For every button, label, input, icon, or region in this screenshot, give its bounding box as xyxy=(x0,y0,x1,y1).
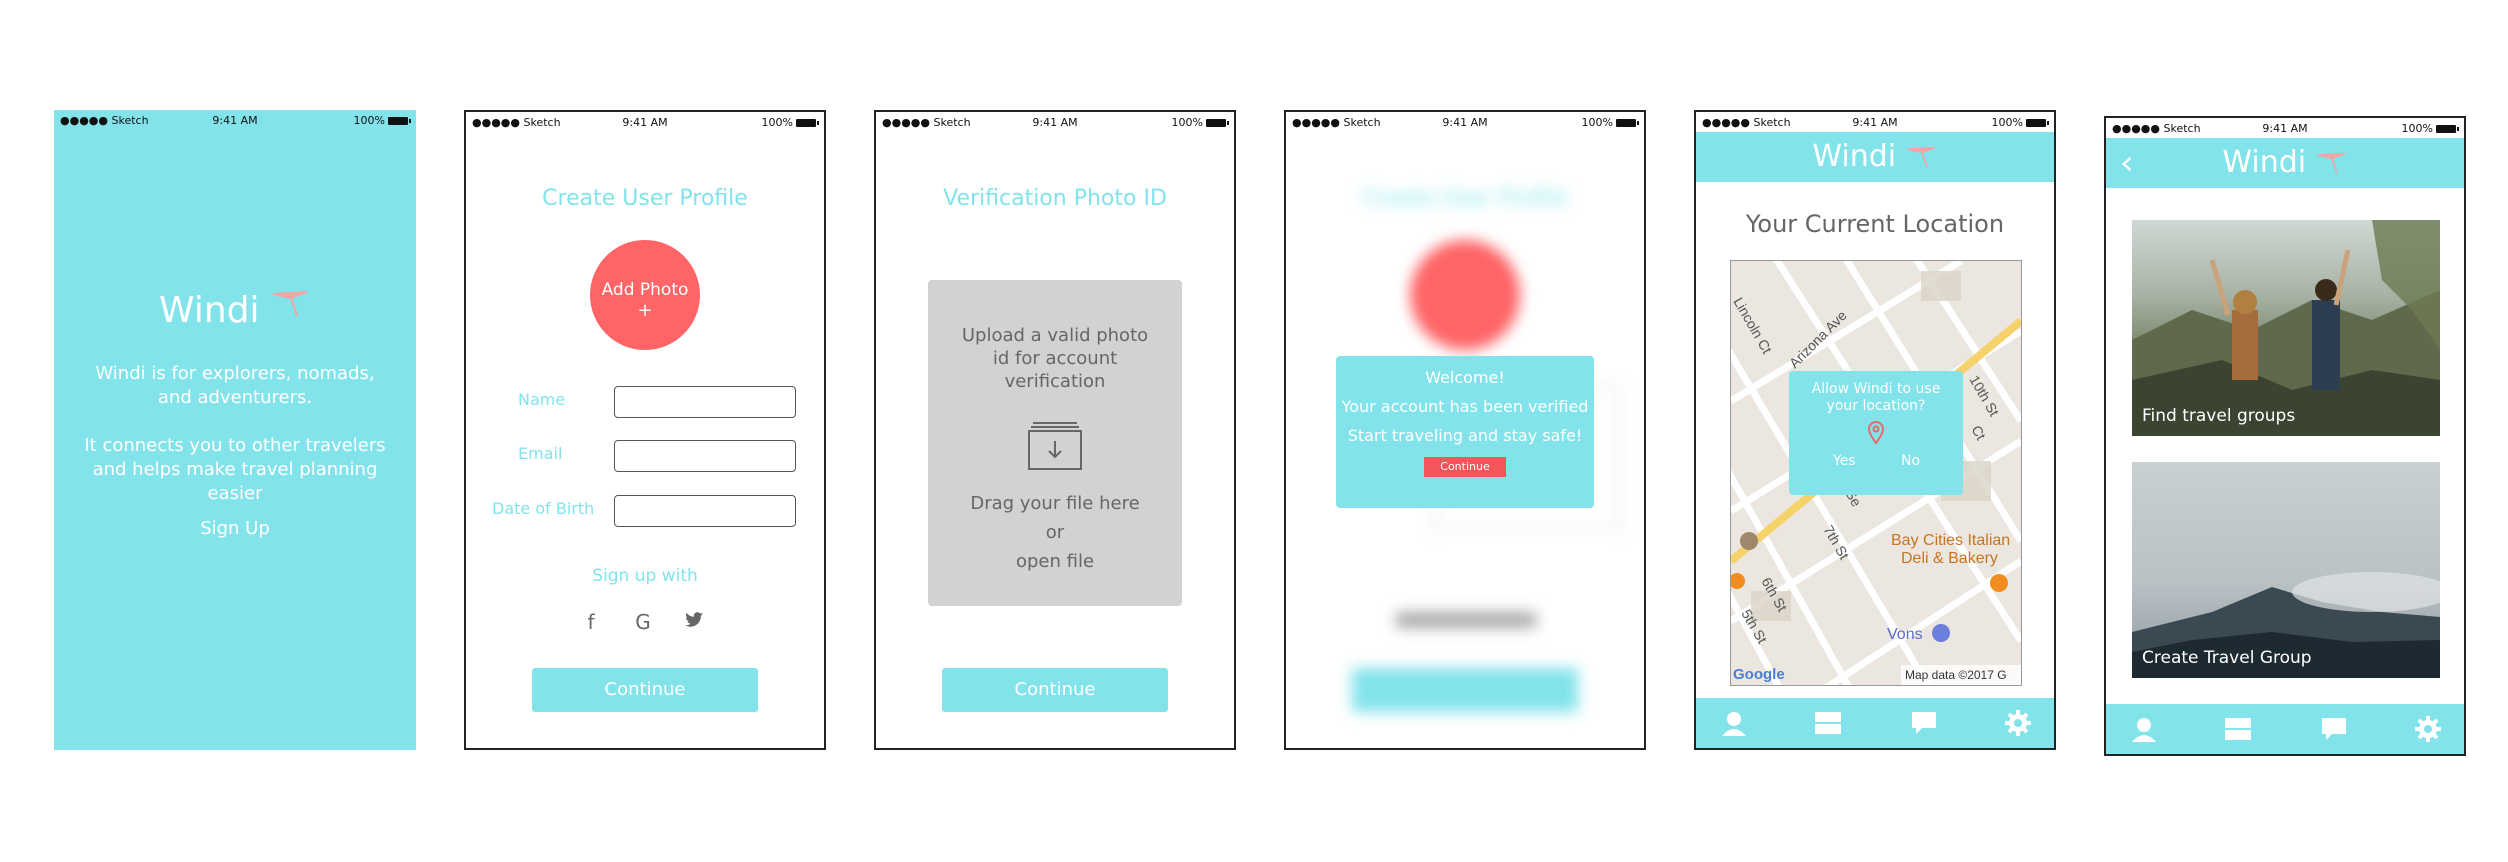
app-logo: Windi xyxy=(54,290,416,331)
chat-tab-icon[interactable] xyxy=(2320,716,2348,742)
safe-text: Start traveling and stay safe! xyxy=(1347,426,1583,445)
screen-verification: ●●●●● Sketch 9:41 AM 100% Verification P… xyxy=(874,110,1236,750)
status-bar: ●●●●● Sketch 9:41 AM 100% xyxy=(876,112,1234,134)
gear-tab-icon[interactable] xyxy=(2414,716,2442,742)
page-title: Verification Photo ID xyxy=(943,186,1167,211)
dialog-continue-button[interactable]: Continue xyxy=(1424,457,1506,477)
kite-icon xyxy=(1907,146,1935,167)
back-button[interactable]: ‹ xyxy=(2120,138,2134,188)
battery-label: 100% xyxy=(762,116,819,129)
battery-icon xyxy=(2026,119,2049,127)
blurred-title: Create User Profile xyxy=(1362,186,1568,211)
nav-bar: ‹ Windi xyxy=(2106,138,2464,188)
status-bar: ●●●●● Sketch 9:41 AM 100% xyxy=(2106,118,2464,140)
list-tab-icon[interactable] xyxy=(1814,710,1842,736)
upload-dropzone[interactable]: Upload a valid photo id for account veri… xyxy=(928,280,1182,606)
twitter-icon[interactable] xyxy=(682,610,706,634)
profile-tab-icon[interactable] xyxy=(2130,716,2158,742)
blurred-continue xyxy=(1352,668,1578,712)
poi-label: Vons xyxy=(1887,626,1923,643)
card-label: Create Travel Group xyxy=(2142,648,2312,668)
welcome-dialog: Welcome! Your account has been verified … xyxy=(1336,356,1594,508)
google-icon[interactable]: G xyxy=(631,610,655,634)
battery-label: 100% xyxy=(1172,116,1229,129)
twitter-bird-icon xyxy=(685,612,703,627)
screen-splash: ●●●●● Sketch 9:41 AM 100% Windi Windi is… xyxy=(54,110,416,750)
email-field[interactable] xyxy=(614,440,796,472)
nav-bar: Windi xyxy=(1696,132,2054,182)
list-tab-icon[interactable] xyxy=(2224,716,2252,742)
screen-create-profile: ●●●●● Sketch 9:41 AM 100% Create User Pr… xyxy=(464,110,826,750)
location-permission-dialog: Allow Windi to use your location? Yes No xyxy=(1789,371,1963,495)
chat-tab-icon[interactable] xyxy=(1910,710,1938,736)
status-bar: ●●●●● Sketch 9:41 AM 100% xyxy=(466,112,824,134)
screen-location: ●●●●● Sketch 9:41 AM 100% Windi Your Cur… xyxy=(1694,110,2056,750)
welcome-heading: Welcome! xyxy=(1425,368,1505,387)
tab-bar xyxy=(1696,698,2054,748)
sign-up-link[interactable]: Sign Up xyxy=(54,518,416,539)
battery-icon xyxy=(1206,119,1229,127)
signup-with-label: Sign up with xyxy=(592,566,698,586)
status-bar: ●●●●● Sketch 9:41 AM 100% xyxy=(1696,112,2054,134)
email-label: Email xyxy=(518,444,563,463)
poi-label: Bay Cities Italian xyxy=(1891,532,2010,549)
upload-instructions: Upload a valid photo id for account veri… xyxy=(961,325,1149,392)
battery-icon xyxy=(796,119,819,127)
travel-photo xyxy=(2132,220,2440,436)
screen-home: ●●●●● Sketch 9:41 AM 100% ‹ Windi Find t… xyxy=(2104,116,2466,756)
dob-field[interactable] xyxy=(614,495,796,527)
battery-icon xyxy=(2436,125,2459,133)
page-title: Create User Profile xyxy=(542,186,748,211)
google-logo: Google xyxy=(1733,666,1785,683)
location-pin-icon xyxy=(1867,420,1885,445)
battery-label: 100% xyxy=(2402,122,2459,135)
profile-tab-icon[interactable] xyxy=(1720,710,1748,736)
facebook-icon[interactable]: f xyxy=(579,610,603,634)
app-logo: Windi xyxy=(1812,139,1897,174)
page-title: Your Current Location xyxy=(1745,210,2005,238)
add-photo-label: Add Photo xyxy=(601,280,689,300)
battery-icon xyxy=(388,117,411,125)
open-file-link[interactable]: open file xyxy=(928,551,1182,572)
or-label: or xyxy=(1045,522,1065,543)
poi-label: Deli & Bakery xyxy=(1901,550,1998,567)
name-field[interactable] xyxy=(614,386,796,418)
blurred-social xyxy=(1396,612,1536,628)
kite-icon xyxy=(2317,152,2345,173)
permission-text: Allow Windi to use your location? xyxy=(1811,381,1941,414)
app-logo: Windi xyxy=(2222,145,2307,180)
find-groups-card[interactable]: Find travel groups xyxy=(2132,220,2440,436)
plus-icon: + xyxy=(637,300,653,321)
no-button[interactable]: No xyxy=(1901,453,1920,469)
map-attribution: Map data ©2017 G xyxy=(1905,668,2007,682)
tab-bar xyxy=(2106,704,2464,754)
battery-label: 100% xyxy=(354,114,411,127)
yes-button[interactable]: Yes xyxy=(1833,453,1856,469)
battery-label: 100% xyxy=(1992,116,2049,129)
file-download-icon xyxy=(1028,422,1082,470)
create-group-card[interactable]: Create Travel Group xyxy=(2132,462,2440,678)
drag-label: Drag your file here xyxy=(970,493,1140,514)
status-bar: ●●●●● Sketch 9:41 AM 100% xyxy=(54,110,416,132)
add-photo-button[interactable]: Add Photo + xyxy=(590,240,700,350)
tagline-1: Windi is for explorers, nomads, and adve… xyxy=(95,363,375,408)
kite-icon xyxy=(272,291,308,317)
name-label: Name xyxy=(518,390,566,409)
dob-label: Date of Birth xyxy=(492,499,595,518)
continue-button[interactable]: Continue xyxy=(532,668,758,712)
verified-text: Your account has been verified xyxy=(1341,397,1589,416)
blurred-photo-circle xyxy=(1410,240,1520,350)
tagline-2: It connects you to other travelers and h… xyxy=(84,435,386,504)
mountain-photo xyxy=(2132,572,2440,678)
card-label: Find travel groups xyxy=(2142,406,2296,426)
map-view[interactable]: Lincoln Ct Arizona Ave 10th St Ct Se 7th… xyxy=(1730,260,2022,686)
gear-tab-icon[interactable] xyxy=(2004,710,2032,736)
screen-verified-modal: ●●●●● Sketch 9:41 AM 100% Create User Pr… xyxy=(1284,110,1646,750)
continue-button[interactable]: Continue xyxy=(942,668,1168,712)
